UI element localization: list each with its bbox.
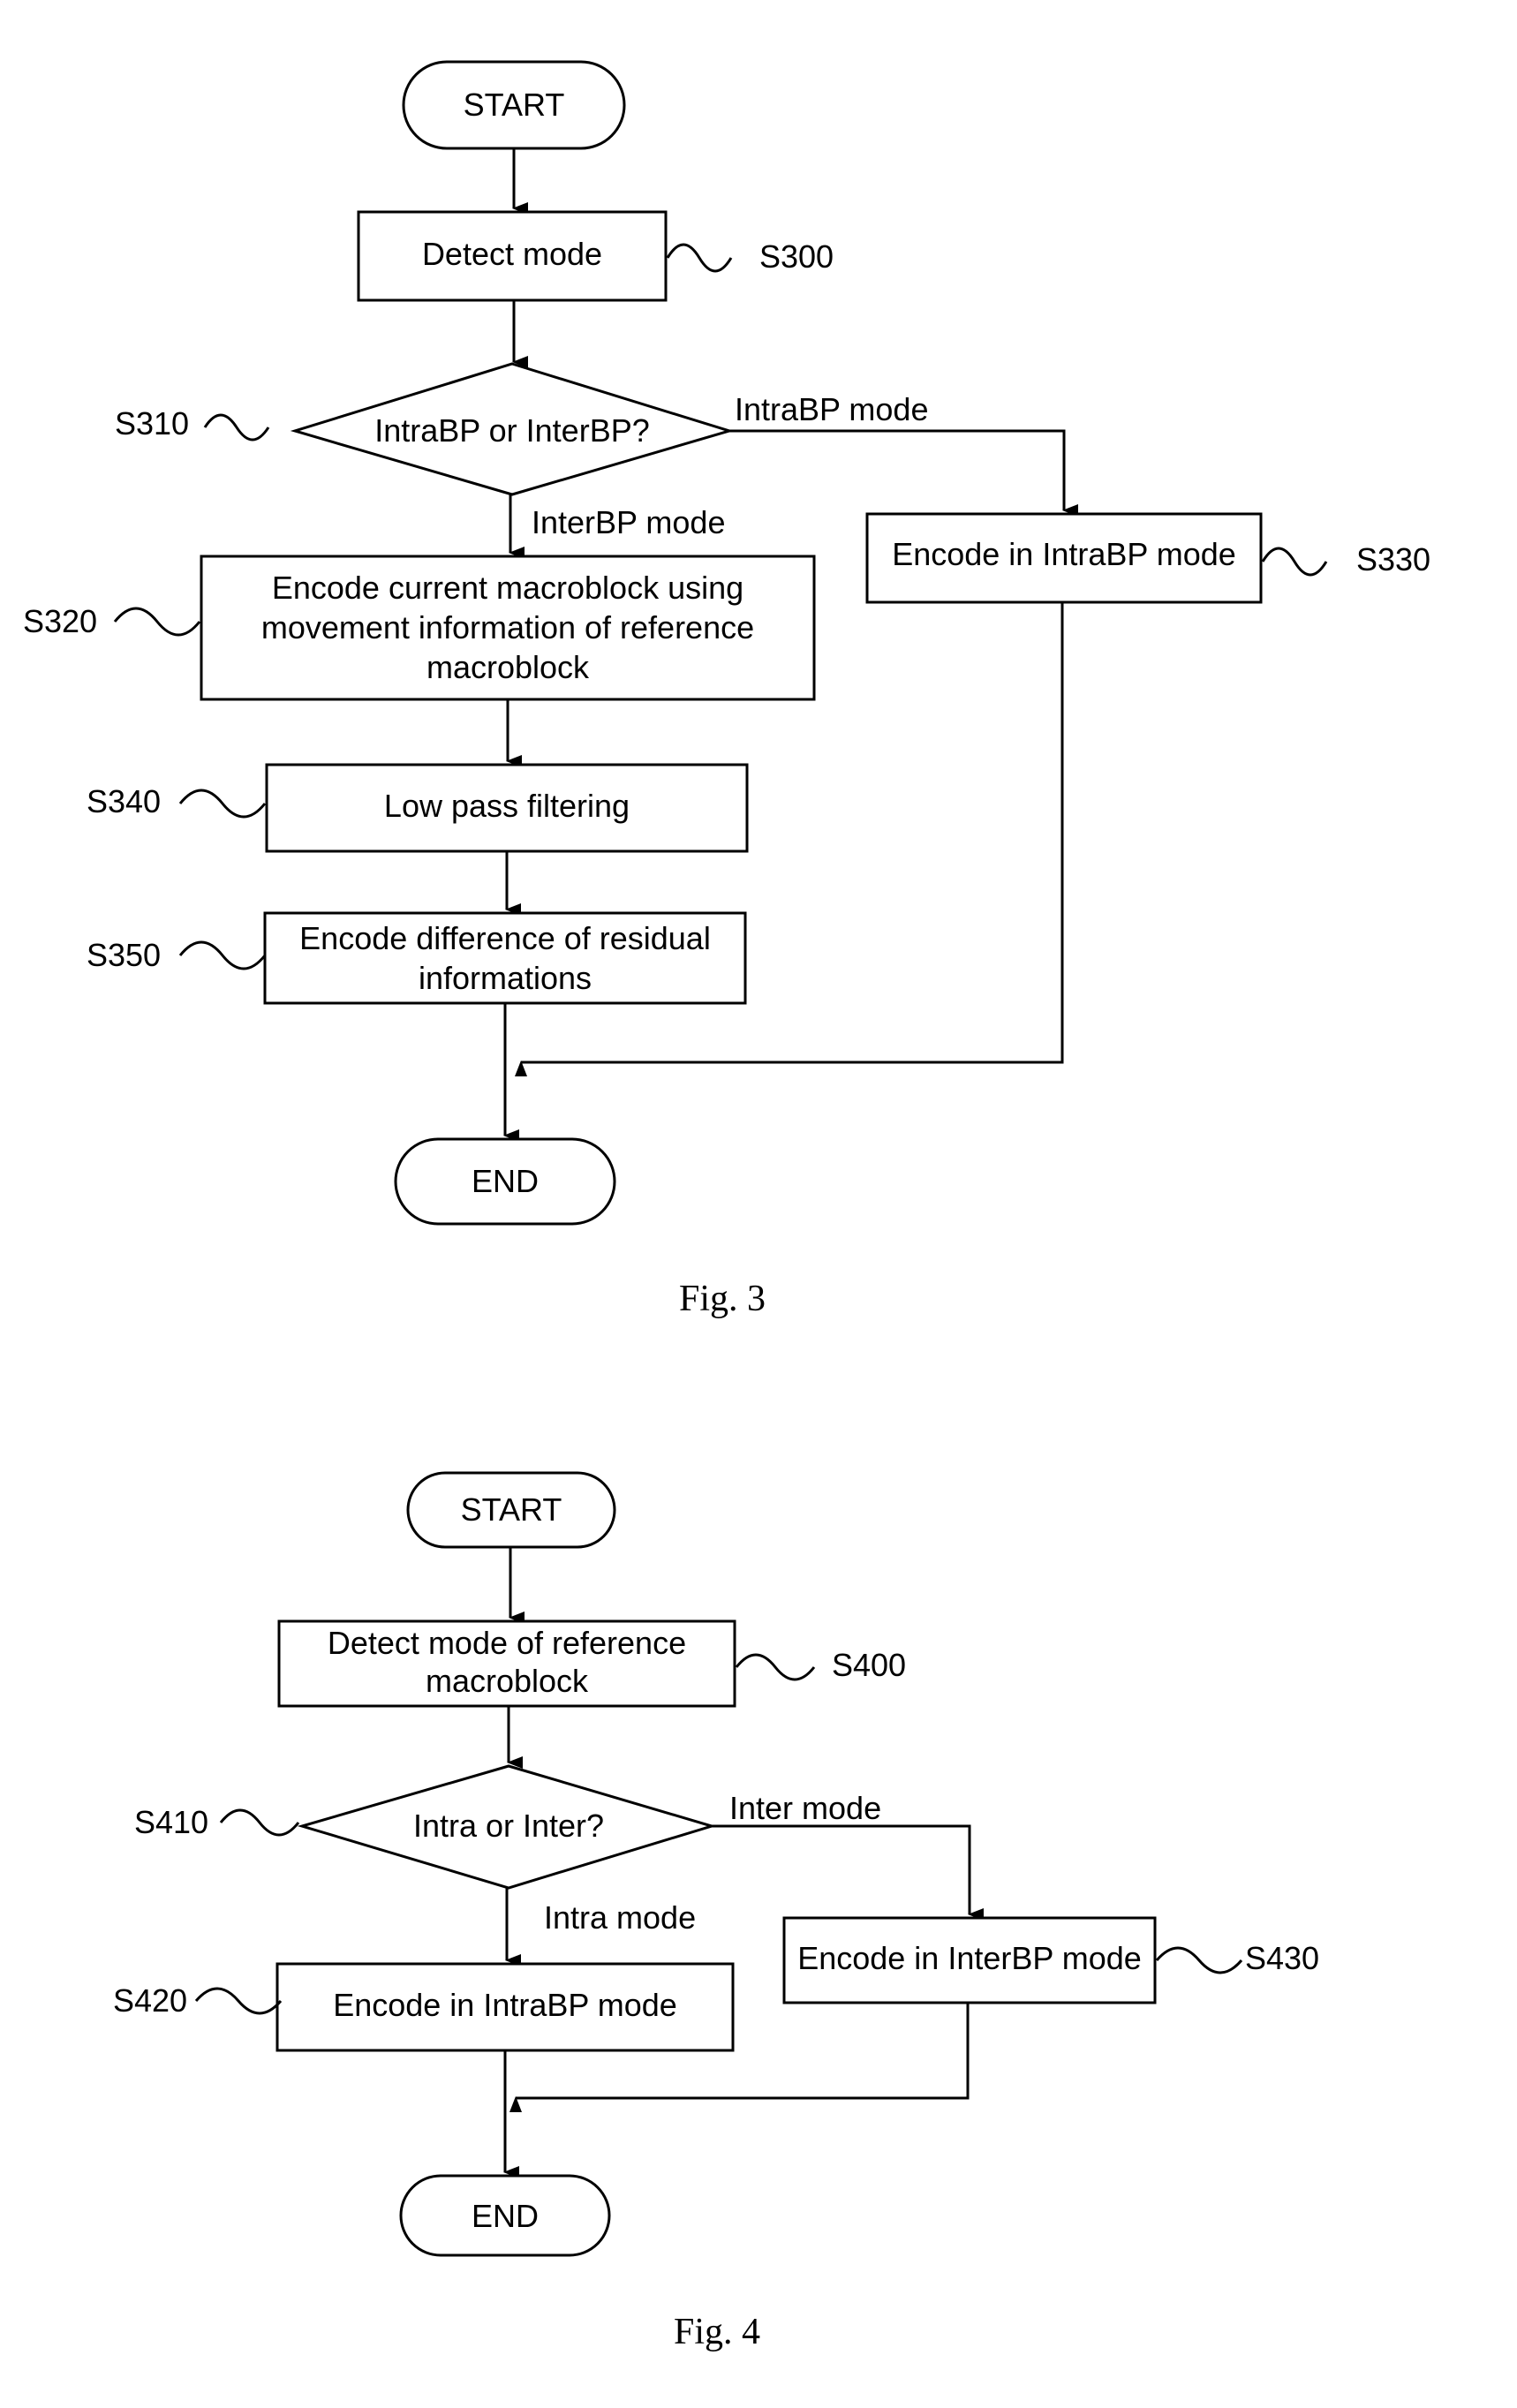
fig3-s320-leader <box>113 607 201 637</box>
fig4-s410-leader <box>219 1808 300 1837</box>
fig4-s400-text-line2: macroblock <box>426 1663 589 1699</box>
fig4-arrow-s410-s430 <box>712 1824 984 1921</box>
figure-4: START Detect mode of reference macrobloc… <box>113 1471 1319 2352</box>
patent-flowchart-figures: START Detect mode S300 IntraBP or InterB… <box>23 60 1430 2352</box>
fig4-s430-text: Encode in InterBP mode <box>797 1940 1142 1976</box>
fig4-s420-text: Encode in IntraBP mode <box>333 1987 677 2023</box>
fig3-s300-leader <box>666 243 733 273</box>
fig3-s320-ref: S320 <box>23 603 97 639</box>
fig4-s420-leader <box>194 1987 283 2015</box>
fig3-s320-text-line1: Encode current macroblock using <box>272 570 743 606</box>
fig3-s310-ref: S310 <box>115 405 189 442</box>
fig4-caption: Fig. 4 <box>674 2312 760 2352</box>
fig4-s430-ref: S430 <box>1245 1940 1319 1976</box>
fig3-s350-text-line2: informations <box>419 960 592 996</box>
fig3-arrow-s310-s330 <box>729 429 1078 517</box>
fig4-s430-leader <box>1155 1946 1243 1974</box>
fig3-s320-text-line2: movement information of reference <box>261 609 754 645</box>
fig3-s330-text: Encode in IntraBP mode <box>892 536 1236 572</box>
fig3-end-label: END <box>472 1163 539 1199</box>
fig3-caption: Fig. 3 <box>679 1279 766 1319</box>
fig4-s420-ref: S420 <box>113 1982 187 2019</box>
fig4-s400-leader <box>735 1653 816 1681</box>
fig4-s410-text: Intra or Inter? <box>413 1808 604 1844</box>
figure-3: START Detect mode S300 IntraBP or InterB… <box>23 60 1430 1319</box>
fig4-s410-intra-label: Intra mode <box>544 1899 696 1936</box>
fig3-s310-text: IntraBP or InterBP? <box>374 412 650 449</box>
fig3-s350-leader <box>178 940 267 970</box>
fig3-s350-ref: S350 <box>87 937 161 973</box>
fig4-s410-inter-label: Inter mode <box>729 1790 881 1826</box>
fig3-s330-ref: S330 <box>1356 541 1430 577</box>
fig3-s340-text: Low pass filtering <box>384 788 630 824</box>
fig3-start-label: START <box>464 87 565 123</box>
fig3-s330-leader <box>1261 547 1328 577</box>
fig3-s320-text-line3: macroblock <box>426 649 590 685</box>
fig4-end-label: END <box>472 2198 539 2234</box>
fig3-s300-ref: S300 <box>759 238 834 275</box>
fig4-start-label: START <box>461 1491 562 1528</box>
fig4-s400-ref: S400 <box>832 1647 906 1683</box>
fig3-s310-leader <box>203 413 270 442</box>
fig3-s340-ref: S340 <box>87 783 161 819</box>
fig3-s350-text-line1: Encode difference of residual <box>299 920 711 956</box>
fig4-s400-text-line1: Detect mode of reference <box>328 1625 686 1661</box>
fig3-s310-intrabp-label: IntraBP mode <box>735 391 928 427</box>
fig3-s300-text: Detect mode <box>422 236 602 272</box>
fig3-s310-interbp-label: InterBP mode <box>532 504 725 540</box>
fig4-s410-ref: S410 <box>134 1804 208 1840</box>
fig3-s340-leader <box>178 789 267 819</box>
